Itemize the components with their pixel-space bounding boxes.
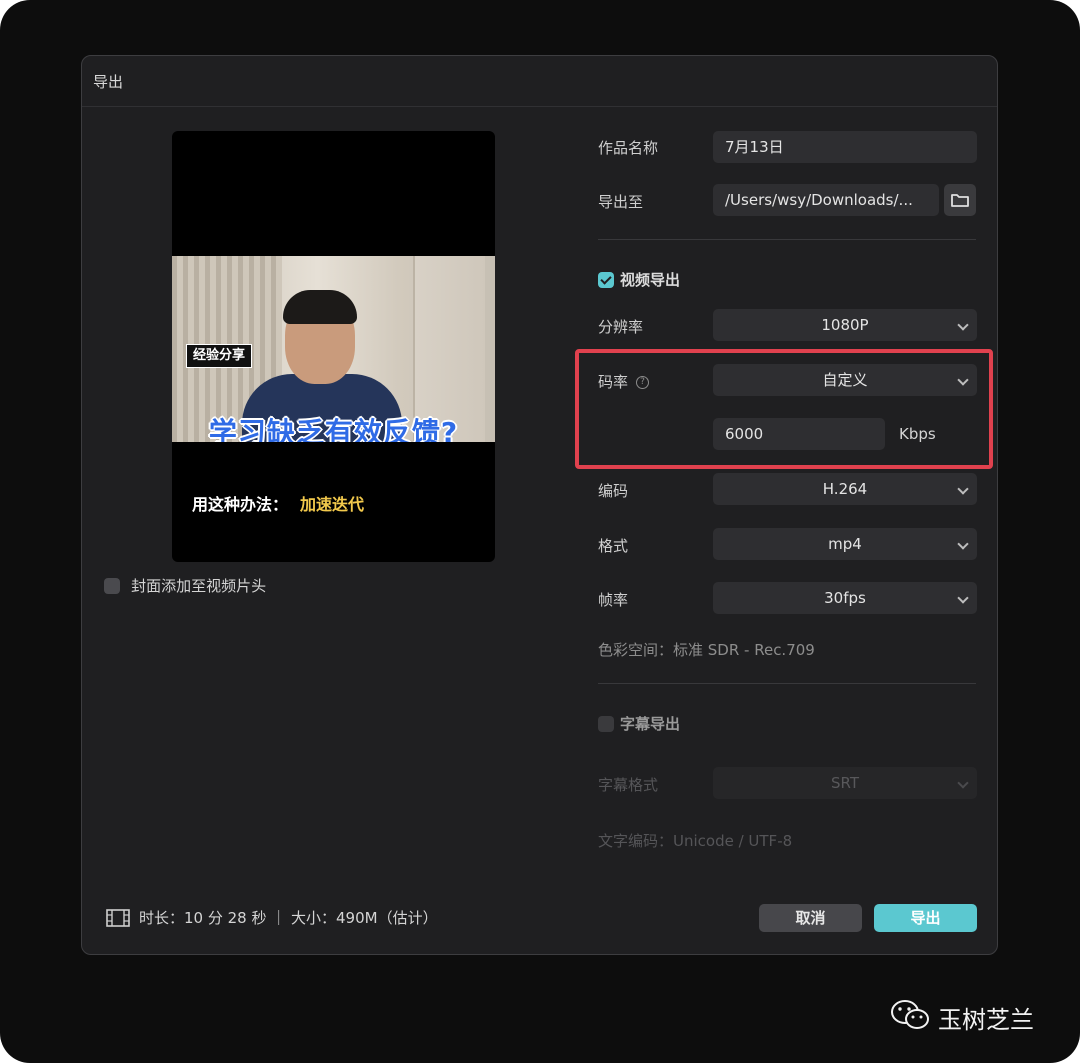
browse-folder-button[interactable] bbox=[944, 184, 976, 216]
film-icon bbox=[106, 909, 130, 927]
chevron-down-icon bbox=[957, 483, 969, 495]
export-to-label: 导出至 bbox=[598, 193, 644, 211]
subtitle-export-checkbox[interactable] bbox=[598, 715, 614, 732]
name-label: 作品名称 bbox=[598, 139, 659, 157]
chevron-down-icon bbox=[957, 777, 969, 789]
export-info: 时长：10 分 28 秒 ｜ 大小：490M（估计） bbox=[139, 909, 438, 927]
subtitle-export-toggle[interactable]: 字幕导出 bbox=[598, 713, 680, 734]
chevron-down-icon bbox=[957, 592, 969, 604]
cover-option-label: 封面添加至视频片头 bbox=[131, 577, 267, 595]
format-select[interactable]: mp4 bbox=[713, 528, 977, 560]
preview-headline: 学习缺乏有效反馈? bbox=[208, 416, 459, 442]
framerate-select[interactable]: 30fps bbox=[713, 582, 977, 614]
watermark-text: 玉树芝兰 bbox=[938, 1006, 1034, 1034]
preview-tag: 经验分享 bbox=[186, 344, 253, 368]
video-preview: 经验分享 学习缺乏有效反馈? 用这种办法： 加速迭代 bbox=[172, 131, 495, 562]
divider bbox=[598, 239, 976, 240]
cover-option[interactable]: 封面添加至视频片头 bbox=[104, 575, 266, 595]
video-frame: 经验分享 学习缺乏有效反馈? bbox=[172, 256, 495, 442]
framerate-label: 帧率 bbox=[598, 591, 629, 609]
chevron-down-icon bbox=[957, 538, 969, 550]
codec-select[interactable]: H.264 bbox=[713, 473, 977, 505]
bitrate-highlight-box bbox=[575, 349, 993, 469]
resolution-select[interactable]: 1080P bbox=[713, 309, 977, 341]
video-export-checkbox[interactable] bbox=[598, 271, 614, 288]
title-bar: 导出 bbox=[82, 56, 997, 107]
preview-tip: 用这种办法： 加速迭代 bbox=[192, 495, 365, 514]
divider bbox=[598, 683, 976, 684]
text-encoding-info: 文字编码：Unicode / UTF-8 bbox=[598, 832, 793, 850]
folder-icon bbox=[951, 194, 969, 207]
format-label: 格式 bbox=[598, 537, 629, 555]
chevron-down-icon bbox=[957, 319, 969, 331]
codec-label: 编码 bbox=[598, 482, 629, 500]
export-dialog: 导出 经验分享 学习缺乏有效反馈? 用这种办法： 加速迭代 封面添加至视频片头 作… bbox=[81, 55, 998, 955]
export-path-input[interactable]: /Users/wsy/Downloads/... bbox=[713, 184, 939, 216]
subtitle-format-select: SRT bbox=[713, 767, 977, 799]
name-input[interactable]: 7月13日 bbox=[713, 131, 977, 163]
color-space-info: 色彩空间：标准 SDR - Rec.709 bbox=[598, 641, 815, 659]
video-export-toggle[interactable]: 视频导出 bbox=[598, 269, 680, 290]
resolution-label: 分辨率 bbox=[598, 318, 644, 336]
dialog-title: 导出 bbox=[93, 73, 124, 91]
cancel-button[interactable]: 取消 bbox=[759, 904, 862, 932]
cover-checkbox[interactable] bbox=[104, 577, 120, 594]
export-button[interactable]: 导出 bbox=[874, 904, 977, 932]
watermark: 玉树芝兰 bbox=[890, 998, 1034, 1034]
wechat-icon bbox=[891, 1000, 929, 1029]
subtitle-format-label: 字幕格式 bbox=[598, 776, 659, 794]
